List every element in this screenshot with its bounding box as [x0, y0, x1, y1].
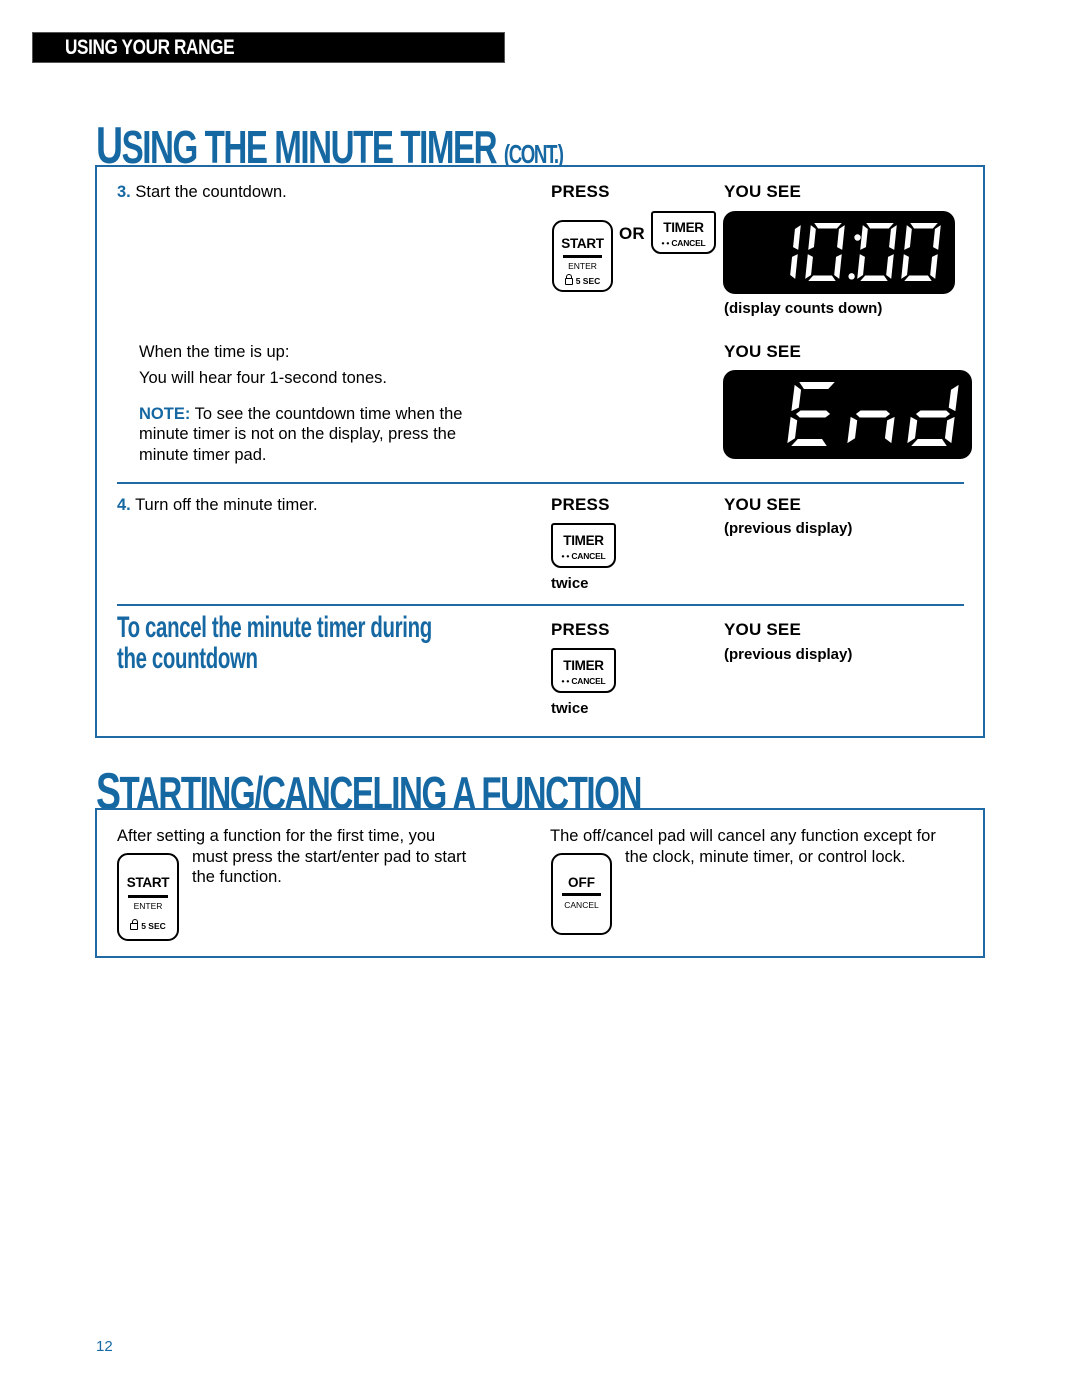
- display-segment-0-d: [904, 275, 932, 281]
- display-segment-E-d: [791, 438, 827, 446]
- display-segment-E-e: [787, 416, 798, 444]
- display-segment-0-d: [860, 275, 888, 281]
- display-segment-0-a: [910, 223, 938, 229]
- time-up-line1: When the time is up:: [139, 343, 290, 361]
- display-segment-0-b: [889, 225, 897, 250]
- function-right-line1: The off/cancel pad will cancel any funct…: [550, 827, 936, 845]
- cancel-countdown-heading: To cancel the minute timer during the co…: [117, 611, 432, 675]
- press-header: PRESS: [551, 620, 610, 639]
- time-up-line2: You will hear four 1-second tones.: [139, 369, 387, 387]
- off-cancel-pad[interactable]: OFF CANCEL: [551, 853, 612, 935]
- you-see-header: YOU SEE: [724, 495, 801, 514]
- function-left-line1: After setting a function for the first t…: [117, 827, 436, 845]
- display-colon-dot: [848, 273, 855, 280]
- display-segment-0-c: [834, 254, 842, 279]
- note-line: minute timer is not on the display, pres…: [139, 425, 457, 443]
- display-segment-d-d: [911, 438, 947, 446]
- display-segment-0-b: [837, 225, 845, 250]
- display-segment-E-a: [799, 382, 835, 390]
- you-see-header: YOU SEE: [724, 182, 801, 201]
- display-segment-d-g: [915, 410, 951, 418]
- display-segment-0-a: [814, 223, 842, 229]
- you-see-header: YOU SEE: [724, 342, 801, 361]
- timer-cancel-pad[interactable]: TIMER • • CANCEL: [551, 523, 616, 568]
- start-enter-pad[interactable]: START ENTER 5 SEC: [552, 220, 613, 292]
- display-segment-0-e: [805, 254, 813, 279]
- timer-cancel-pad[interactable]: TIMER • • CANCEL: [551, 648, 616, 693]
- section-header-label: USING YOUR RANGE: [65, 36, 235, 59]
- display-segment-E-g: [795, 410, 831, 418]
- display-segment-0-b: [933, 225, 941, 250]
- display-caption: (display counts down): [724, 300, 883, 317]
- divider: [117, 482, 964, 484]
- function-right-line2: the clock, minute timer, or control lock…: [625, 848, 906, 866]
- display-segment-d-e: [907, 416, 918, 444]
- timer-cancel-pad[interactable]: TIMER • • CANCEL: [651, 211, 716, 254]
- display-segment-d-b: [948, 384, 959, 412]
- step-4: 4. Turn off the minute timer.: [117, 496, 318, 514]
- press-header: PRESS: [551, 182, 610, 201]
- you-see-header: YOU SEE: [724, 620, 801, 639]
- seven-segment-display: [790, 223, 941, 281]
- display-end: [723, 370, 972, 459]
- display-segment-0-c: [886, 254, 894, 279]
- press-count: twice: [551, 700, 589, 717]
- display-segment-0-d: [808, 275, 836, 281]
- divider: [117, 604, 964, 606]
- display-segment-0-e: [901, 254, 909, 279]
- display-segment-n-e: [847, 416, 858, 444]
- seven-segment-display: [787, 382, 959, 446]
- display-segment-1-b: [793, 225, 801, 250]
- display-segment-0-f: [860, 225, 868, 250]
- press-header: PRESS: [551, 495, 610, 514]
- function-left-line2: must press the start/enter pad to start: [192, 848, 467, 866]
- page-number: 12: [96, 1338, 113, 1355]
- display-segment-0-a: [866, 223, 894, 229]
- lock-icon: [564, 274, 573, 285]
- function-left-line3: the function.: [192, 868, 282, 886]
- display-segment-n-c: [884, 416, 895, 444]
- note-line: minute timer pad.: [139, 446, 267, 464]
- display-colon-dot: [854, 234, 861, 241]
- note: NOTE: To see the countdown time when the: [139, 405, 463, 423]
- display-segment-n-g: [855, 410, 891, 418]
- display-segment-d-c: [944, 416, 955, 444]
- display-segment-0-c: [930, 254, 938, 279]
- lock-icon: [130, 919, 139, 930]
- result-text: (previous display): [724, 520, 853, 537]
- display-segment-1-c: [790, 254, 798, 279]
- display-10-00: [723, 211, 955, 294]
- or-label: OR: [619, 224, 645, 243]
- step-3: 3. Start the countdown.: [117, 183, 287, 201]
- display-segment-0-f: [904, 225, 912, 250]
- start-enter-pad[interactable]: START ENTER 5 SEC: [117, 853, 179, 941]
- display-segment-E-f: [791, 384, 802, 412]
- display-segment-0-e: [857, 254, 865, 279]
- press-count: twice: [551, 575, 589, 592]
- result-text: (previous display): [724, 646, 853, 663]
- display-segment-0-f: [808, 225, 816, 250]
- section-header-bar: USING YOUR RANGE: [32, 32, 505, 63]
